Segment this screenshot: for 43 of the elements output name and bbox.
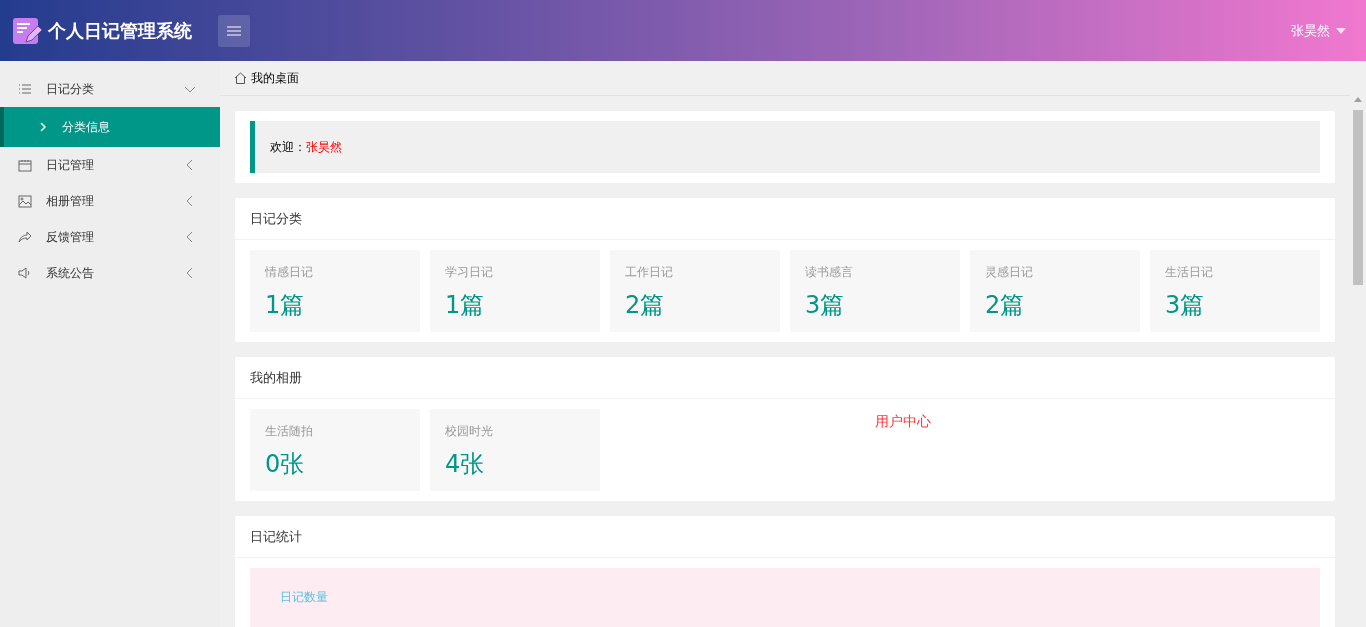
section-title: 日记统计	[250, 527, 302, 546]
sidebar-item[interactable]: 日记分类	[0, 71, 220, 107]
scroll-up-icon[interactable]	[1354, 97, 1362, 102]
stat-label: 情感日记	[265, 264, 314, 281]
home-icon	[234, 72, 247, 84]
stat-label: 工作日记	[625, 264, 674, 281]
stat-label: 日记数量	[280, 590, 328, 604]
stat-label: 灵感日记	[985, 264, 1034, 281]
speaker-icon	[18, 267, 32, 279]
arrow-icon	[18, 231, 32, 243]
stat-value: 3篇	[1165, 290, 1206, 321]
stat-label: 读书感言	[805, 264, 854, 281]
menu-icon	[227, 25, 241, 36]
sidebar-subitem[interactable]: 分类信息	[0, 107, 220, 147]
stat-label: 校园时光	[445, 423, 494, 440]
caret-icon	[1336, 27, 1346, 34]
app-title: 个人日记管理系统	[48, 18, 192, 43]
sidebar-item[interactable]: 反馈管理	[0, 219, 220, 255]
stat-value: 4张	[445, 449, 486, 480]
stat-label: 生活日记	[1165, 264, 1214, 281]
calendar-icon	[18, 158, 32, 172]
chevron-icon	[40, 122, 46, 132]
section-title: 日记分类	[250, 209, 302, 228]
sidebar-item[interactable]: 系统公告	[0, 255, 220, 291]
stat-value: 1篇	[445, 290, 486, 321]
breadcrumb-link[interactable]: 我的桌面	[251, 69, 299, 87]
user-center-text: 用户中心	[875, 413, 931, 431]
stat-value: 2篇	[625, 290, 666, 321]
stat-value: 1篇	[265, 290, 306, 321]
menu-button[interactable]	[218, 14, 250, 47]
welcome-text: 欢迎：张昊然	[270, 138, 342, 156]
list-icon	[18, 83, 32, 95]
stat-label: 学习日记	[445, 264, 494, 281]
stat-value: 2篇	[985, 290, 1026, 321]
stat-value: 0张	[265, 449, 306, 480]
logo-icon	[12, 15, 42, 46]
section-title: 我的相册	[250, 368, 302, 387]
stat-value: 3篇	[805, 290, 846, 321]
sidebar-item[interactable]: 相册管理	[0, 183, 220, 219]
sidebar-item[interactable]: 日记管理	[0, 147, 220, 183]
image-icon	[18, 194, 32, 208]
scrollbar-thumb[interactable]	[1353, 110, 1363, 285]
stat-label: 生活随拍	[265, 423, 314, 440]
